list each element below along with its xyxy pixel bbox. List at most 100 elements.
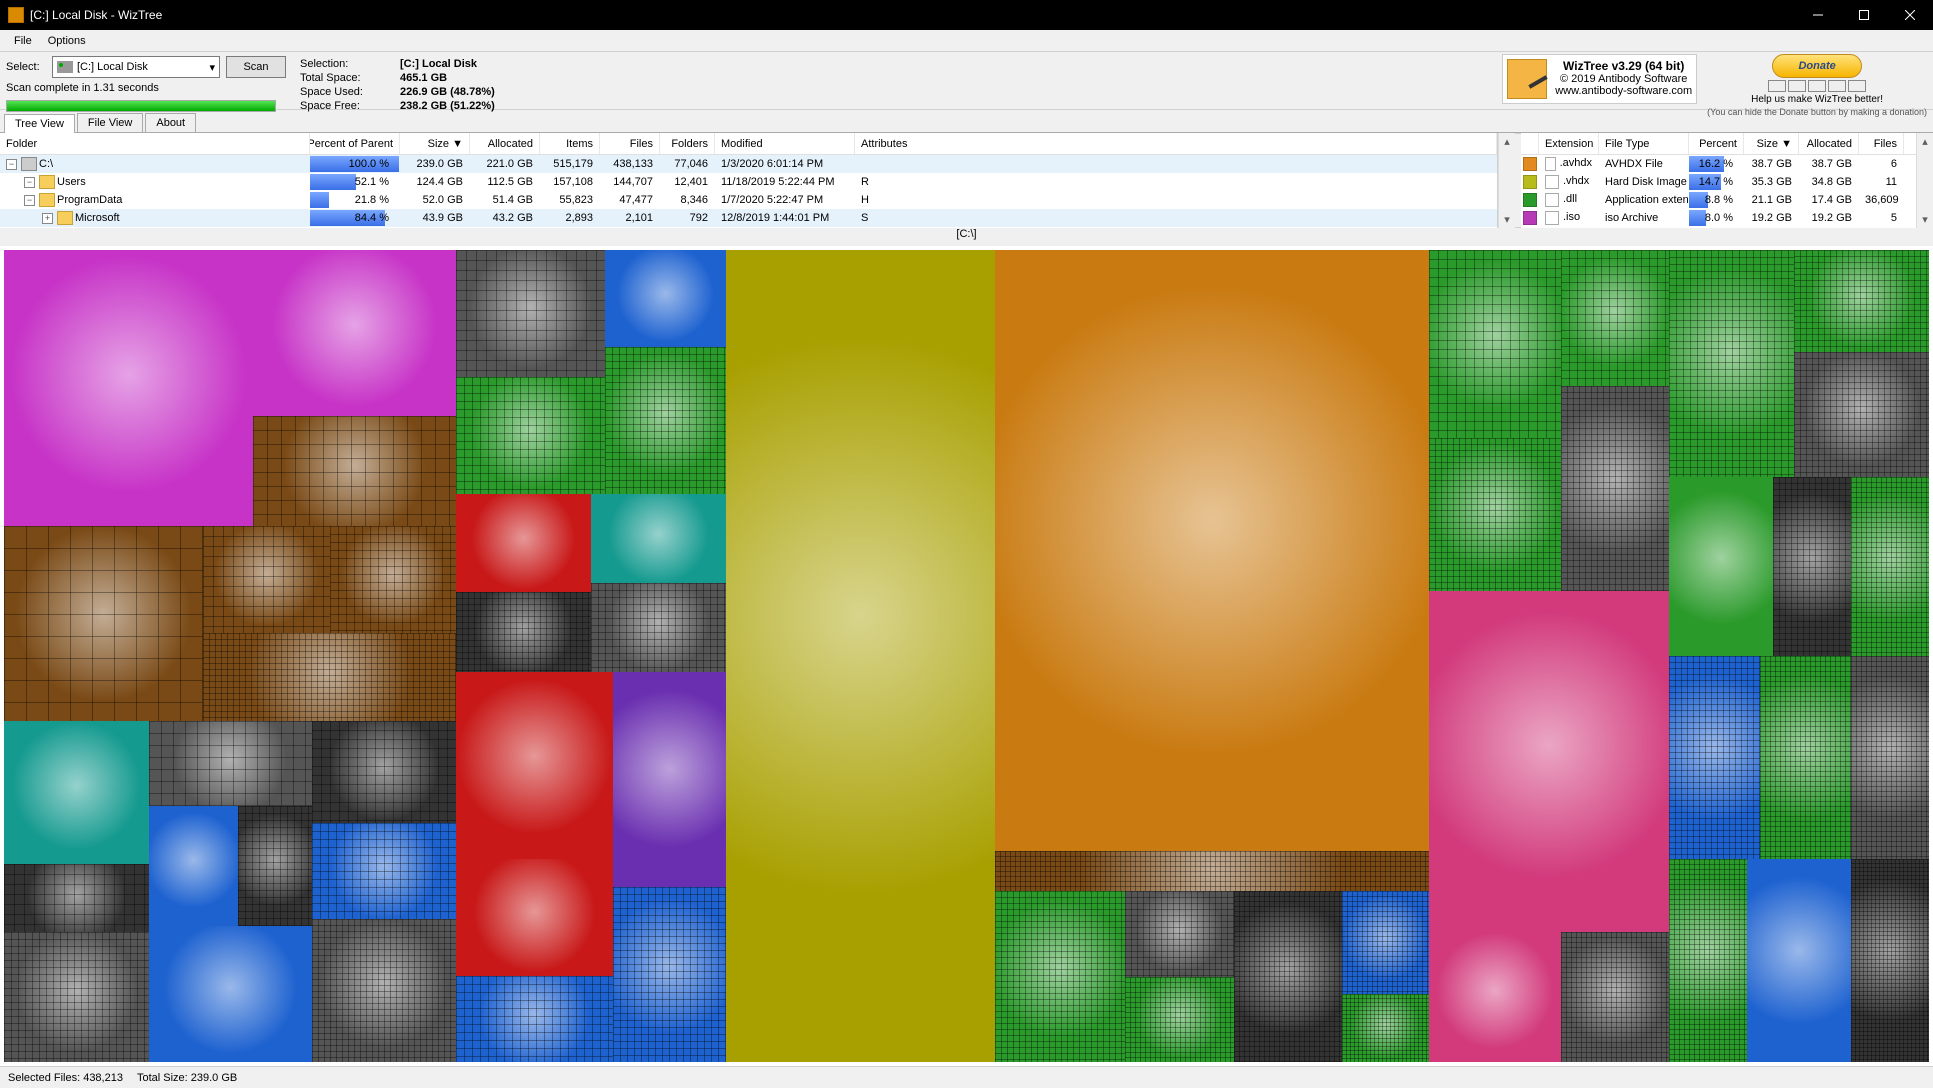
treemap-block[interactable] bbox=[1234, 891, 1342, 1062]
folder-scroll[interactable]: ▴ ▾ bbox=[1498, 133, 1515, 228]
treemap-block[interactable] bbox=[1760, 656, 1851, 859]
scroll-down-icon[interactable]: ▾ bbox=[1917, 211, 1933, 228]
table-row[interactable]: .sysSystem file7.6 %18.2 GB17.9 GB2,445 bbox=[1521, 227, 1916, 228]
expand-toggle[interactable]: − bbox=[24, 195, 35, 206]
treemap-block[interactable] bbox=[1561, 386, 1669, 591]
minimize-button[interactable] bbox=[1795, 0, 1841, 30]
treemap-block[interactable] bbox=[312, 919, 457, 1062]
table-row[interactable]: .dllApplication extens8.8 %21.1 GB17.4 G… bbox=[1521, 191, 1916, 209]
col-alloc[interactable]: Allocated bbox=[470, 133, 540, 154]
tab-about[interactable]: About bbox=[145, 113, 196, 132]
treemap-block[interactable] bbox=[149, 721, 312, 806]
drive-select[interactable]: [C:] Local Disk ▾ bbox=[52, 56, 220, 78]
treemap-block[interactable] bbox=[330, 526, 457, 633]
treemap-block[interactable] bbox=[456, 672, 612, 859]
treemap-block[interactable] bbox=[456, 592, 591, 672]
col-pct[interactable]: Percent of Parent bbox=[310, 133, 400, 154]
scroll-down-icon[interactable]: ▾ bbox=[1499, 211, 1515, 228]
scroll-up-icon[interactable]: ▴ bbox=[1917, 133, 1933, 150]
maximize-button[interactable] bbox=[1841, 0, 1887, 30]
table-row[interactable]: −ProgramData21.8 %52.0 GB51.4 GB55,82347… bbox=[0, 191, 1497, 209]
treemap-block[interactable] bbox=[605, 347, 726, 493]
close-button[interactable] bbox=[1887, 0, 1933, 30]
scroll-up-icon[interactable]: ▴ bbox=[1499, 133, 1515, 150]
col-ext-alloc[interactable]: Allocated bbox=[1799, 133, 1859, 154]
col-folder[interactable]: Folder bbox=[0, 133, 310, 154]
scan-button[interactable]: Scan bbox=[226, 56, 286, 78]
treemap-block[interactable] bbox=[1429, 250, 1561, 438]
col-ext[interactable]: Extension bbox=[1539, 133, 1599, 154]
table-row[interactable]: −C:\100.0 %239.0 GB221.0 GB515,179438,13… bbox=[0, 155, 1497, 173]
menu-options[interactable]: Options bbox=[40, 33, 94, 49]
treemap-block[interactable] bbox=[1429, 591, 1670, 932]
treemap-block[interactable] bbox=[613, 887, 726, 1062]
treemap-block[interactable] bbox=[1125, 977, 1233, 1062]
treemap-block[interactable] bbox=[203, 526, 330, 633]
col-attr[interactable]: Attributes bbox=[855, 133, 1497, 154]
table-row[interactable]: .avhdxAVHDX File16.2 %38.7 GB38.7 GB6 bbox=[1521, 155, 1916, 173]
treemap-block[interactable] bbox=[995, 891, 1125, 1062]
treemap-block[interactable] bbox=[1669, 656, 1760, 859]
expand-toggle[interactable]: − bbox=[24, 177, 35, 188]
col-ext-pct[interactable]: Percent bbox=[1689, 133, 1744, 154]
col-modified[interactable]: Modified bbox=[715, 133, 855, 154]
treemap-block[interactable] bbox=[4, 932, 149, 1062]
col-items[interactable]: Items bbox=[540, 133, 600, 154]
treemap-block[interactable] bbox=[4, 250, 253, 526]
treemap-block[interactable] bbox=[995, 250, 1428, 851]
treemap-block[interactable] bbox=[456, 494, 591, 592]
table-row[interactable]: +Windows97.9 %43.0 GB42.5 GB1,9931,40658… bbox=[0, 227, 1497, 228]
treemap-block[interactable] bbox=[4, 526, 203, 721]
treemap-block[interactable] bbox=[253, 416, 457, 526]
treemap-block[interactable] bbox=[1429, 438, 1561, 591]
menu-file[interactable]: File bbox=[6, 33, 40, 49]
treemap-block[interactable] bbox=[591, 494, 726, 583]
brand-url[interactable]: www.antibody-software.com bbox=[1555, 85, 1692, 97]
treemap-block[interactable] bbox=[1669, 477, 1773, 656]
col-ext-files[interactable]: Files bbox=[1859, 133, 1904, 154]
treemap-block[interactable] bbox=[149, 926, 312, 1062]
table-row[interactable]: .vhdxHard Disk Image Fi14.7 %35.3 GB34.8… bbox=[1521, 173, 1916, 191]
treemap-block[interactable] bbox=[1747, 859, 1851, 1062]
treemap-block[interactable] bbox=[149, 806, 239, 925]
expand-toggle[interactable]: + bbox=[42, 213, 53, 224]
treemap-block[interactable] bbox=[613, 672, 726, 886]
treemap-block[interactable] bbox=[1561, 932, 1669, 1062]
ext-scroll[interactable]: ▴ ▾ bbox=[1916, 133, 1933, 228]
table-row[interactable]: +Microsoft84.4 %43.9 GB43.2 GB2,8932,101… bbox=[0, 209, 1497, 227]
treemap-block[interactable] bbox=[1125, 891, 1233, 976]
treemap-block[interactable] bbox=[1851, 477, 1929, 656]
treemap-block[interactable] bbox=[238, 806, 311, 925]
col-type[interactable]: File Type bbox=[1599, 133, 1689, 154]
treemap-block[interactable] bbox=[1561, 250, 1669, 386]
col-folders[interactable]: Folders bbox=[660, 133, 715, 154]
treemap-block[interactable] bbox=[456, 377, 604, 494]
treemap-block[interactable] bbox=[312, 721, 457, 823]
treemap-block[interactable] bbox=[726, 250, 996, 1062]
treemap-block[interactable] bbox=[312, 823, 457, 918]
col-ext-size[interactable]: Size ▼ bbox=[1744, 133, 1799, 154]
treemap-block[interactable] bbox=[605, 250, 726, 347]
treemap-block[interactable] bbox=[995, 851, 1428, 892]
treemap[interactable] bbox=[0, 246, 1933, 1066]
treemap-block[interactable] bbox=[591, 583, 726, 672]
treemap-block[interactable] bbox=[456, 859, 612, 976]
col-size[interactable]: Size ▼ bbox=[400, 133, 470, 154]
treemap-block[interactable] bbox=[456, 250, 604, 377]
treemap-block[interactable] bbox=[1429, 932, 1561, 1062]
treemap-block[interactable] bbox=[1342, 994, 1429, 1062]
treemap-block[interactable] bbox=[253, 250, 457, 416]
treemap-block[interactable] bbox=[1342, 891, 1429, 993]
table-row[interactable]: .isoiso Archive8.0 %19.2 GB19.2 GB5 bbox=[1521, 209, 1916, 227]
treemap-block[interactable] bbox=[1851, 656, 1929, 859]
treemap-block[interactable] bbox=[1851, 859, 1929, 1062]
treemap-block[interactable] bbox=[456, 976, 612, 1062]
treemap-block[interactable] bbox=[1773, 477, 1851, 656]
treemap-block[interactable] bbox=[4, 721, 149, 864]
tab-tree-view[interactable]: Tree View bbox=[4, 114, 75, 133]
col-files[interactable]: Files bbox=[600, 133, 660, 154]
donate-button[interactable]: Donate bbox=[1772, 54, 1862, 78]
table-row[interactable]: −Users52.1 %124.4 GB112.5 GB157,108144,7… bbox=[0, 173, 1497, 191]
treemap-block[interactable] bbox=[4, 864, 149, 932]
treemap-block[interactable] bbox=[1669, 859, 1747, 1062]
